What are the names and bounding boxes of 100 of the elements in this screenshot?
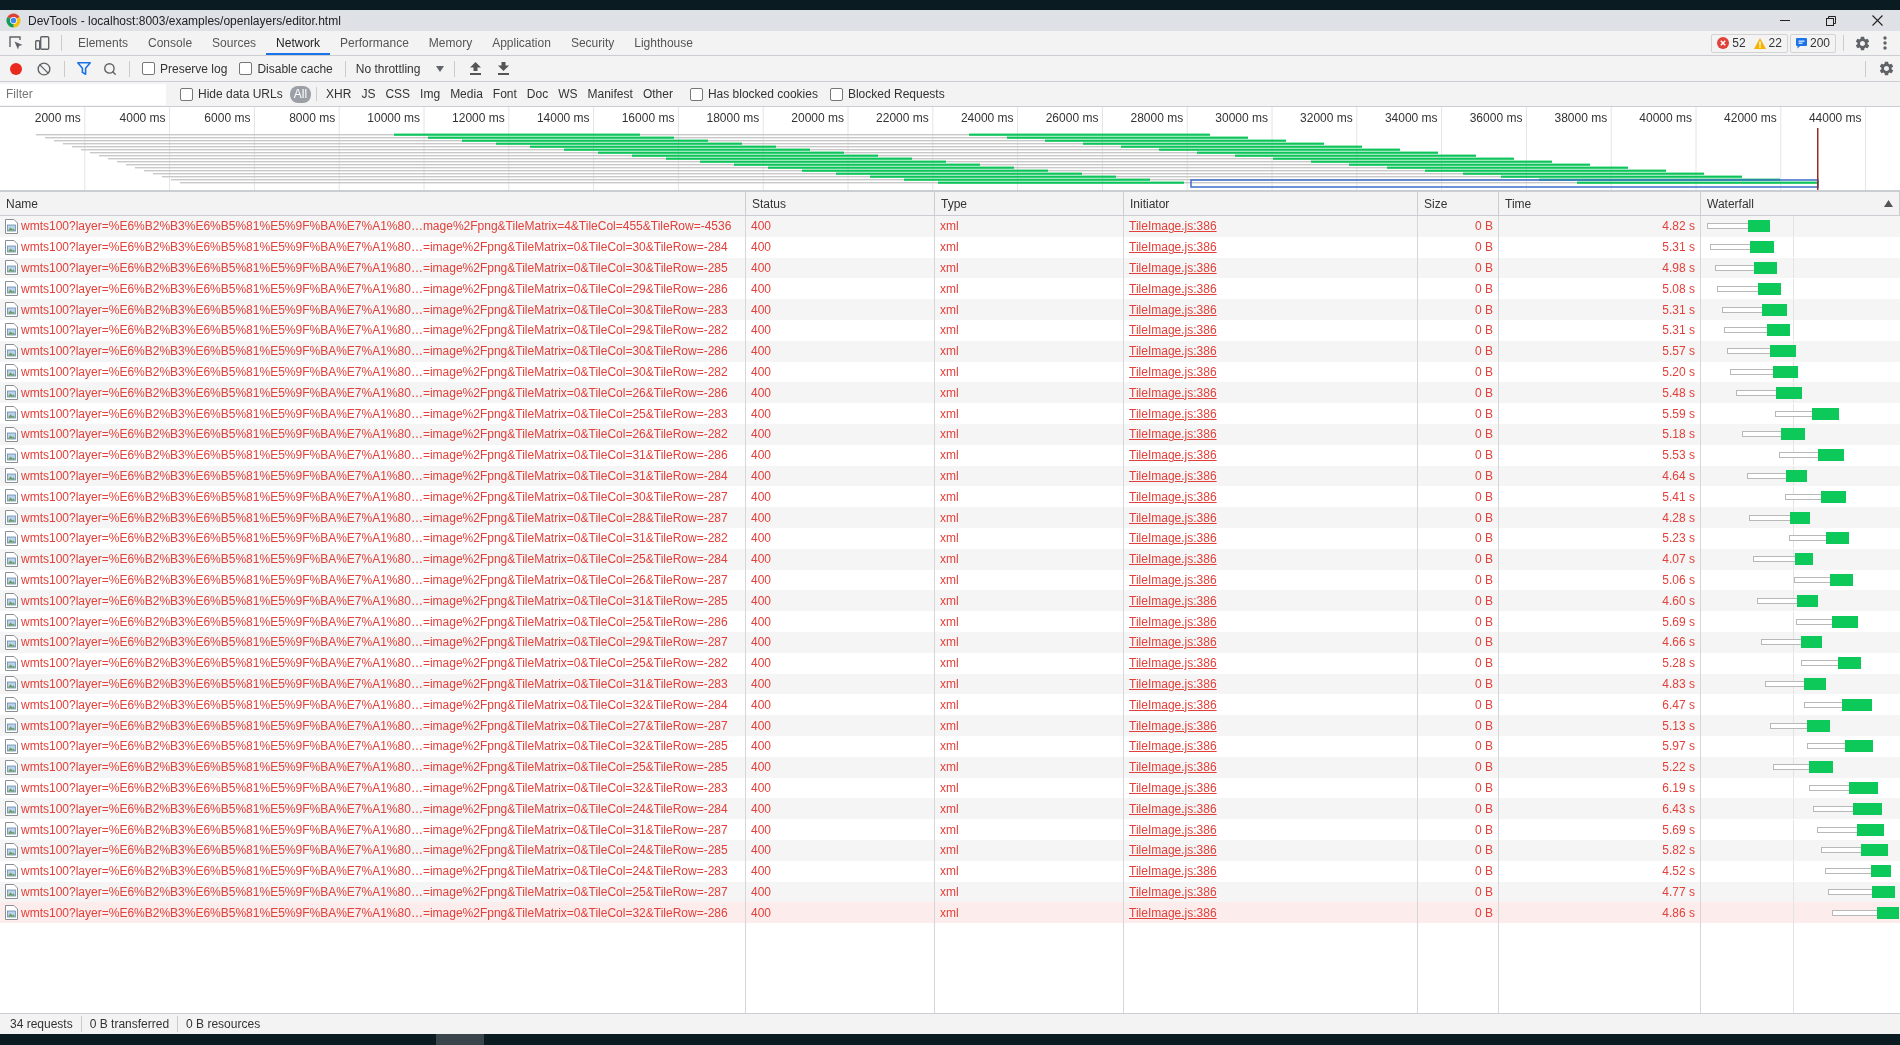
initiator-link[interactable]: TileImage.js:386 [1129, 905, 1217, 920]
request-row[interactable]: wmts100?layer=%E6%B2%B3%E6%B5%81%E5%9F%BA%E7%A1%80…=image%2Fpng&TileMatrix=0&TileCol=32&TileRow=-286 400 xml TileImage.js:386 0 B 4.86 s [0, 902, 1900, 924]
initiator-link[interactable]: TileImage.js:386 [1129, 884, 1217, 899]
request-row[interactable]: wmts100?layer=%E6%B2%B3%E6%B5%81%E5%9F%BA%E7%A1%80…=image%2Fpng&TileMatrix=0&TileCol=30&TileRow=-286 400 xml TileImage.js:386 0 B 5.57 s [0, 340, 1900, 362]
request-type-filter[interactable]: Manifest [583, 85, 637, 103]
request-type-filter[interactable]: WS [554, 85, 582, 103]
column-header[interactable]: Initiator [1124, 192, 1418, 215]
errors-warnings-counter[interactable]: 52 22 [1711, 33, 1788, 53]
panel-tab[interactable]: Security [560, 31, 625, 55]
request-row[interactable]: wmts100?layer=%E6%B2%B3%E6%B5%81%E5%9F%BA%E7%A1%80…=image%2Fpng&TileMatrix=0&TileCol=24&TileRow=-285 400 xml TileImage.js:386 0 B 5.82 s [0, 839, 1900, 861]
image-file-icon [5, 302, 18, 318]
panel-tab[interactable]: Performance [330, 31, 419, 55]
initiator-link[interactable]: TileImage.js:386 [1129, 552, 1217, 567]
column-header[interactable]: Time [1499, 192, 1701, 215]
initiator-link[interactable]: TileImage.js:386 [1129, 240, 1217, 255]
request-row[interactable]: wmts100?layer=%E6%B2%B3%E6%B5%81%E5%9F%BA%E7%A1%80…mage%2Fpng&TileMatrix=4&TileCol=455&TileRow=-4536 400 xml TileImage.js:386 0 B 4.82 s [0, 216, 1900, 237]
initiator-link[interactable]: TileImage.js:386 [1129, 864, 1217, 879]
initiator-link[interactable]: TileImage.js:386 [1129, 385, 1217, 400]
selection-frame[interactable] [1190, 179, 1819, 188]
waiting-bar [1707, 223, 1749, 230]
initiator-link[interactable]: TileImage.js:386 [1129, 593, 1217, 608]
checkbox[interactable] [829, 87, 843, 101]
request-type-filter[interactable]: JS [357, 85, 380, 103]
request-row[interactable]: wmts100?layer=%E6%B2%B3%E6%B5%81%E5%9F%BA%E7%A1%80…=image%2Fpng&TileMatrix=0&TileCol=30&TileRow=-285 400 xml TileImage.js:386 0 B 4.98 s [0, 257, 1900, 279]
initiator-link[interactable]: TileImage.js:386 [1129, 635, 1217, 650]
request-name: wmts100?layer=%E6%B2%B3%E6%B5%81%E5%9F%BA%E7%A1%80…=image%2Fpng&TileMatrix=0&TileCol=29&TileRow=-287 [21, 635, 728, 650]
initiator-link[interactable]: TileImage.js:386 [1129, 468, 1217, 483]
throttling-dropdown[interactable]: No throttling [351, 58, 449, 79]
size-value: 0 B [1475, 884, 1493, 899]
request-row[interactable]: wmts100?layer=%E6%B2%B3%E6%B5%81%E5%9F%BA%E7%A1%80…=image%2Fpng&TileMatrix=0&TileCol=27&TileRow=-287 400 xml TileImage.js:386 0 B 5.13 s [0, 715, 1900, 736]
request-row[interactable]: wmts100?layer=%E6%B2%B3%E6%B5%81%E5%9F%BA%E7%A1%80…=image%2Fpng&TileMatrix=0&TileCol=28&TileRow=-287 400 xml TileImage.js:386 0 B 4.28 s [0, 507, 1900, 528]
column-header[interactable]: Size [1418, 192, 1499, 215]
request-row[interactable]: wmts100?layer=%E6%B2%B3%E6%B5%81%E5%9F%BA%E7%A1%80…=image%2Fpng&TileMatrix=0&TileCol=30&TileRow=-283 400 xml TileImage.js:386 0 B 5.31 s [0, 299, 1900, 320]
initiator-link[interactable]: TileImage.js:386 [1129, 406, 1217, 421]
initiator-link[interactable]: TileImage.js:386 [1129, 822, 1217, 837]
messages-counter[interactable]: 200 [1789, 33, 1836, 53]
request-type-filter[interactable]: Img [416, 85, 445, 103]
column-header[interactable]: Name [0, 192, 746, 215]
time-value: 5.22 s [1662, 760, 1695, 775]
initiator-link[interactable]: TileImage.js:386 [1129, 614, 1217, 629]
column-header[interactable]: Status [746, 192, 935, 215]
download-bar [1773, 365, 1798, 378]
request-row[interactable]: wmts100?layer=%E6%B2%B3%E6%B5%81%E5%9F%BA%E7%A1%80…=image%2Fpng&TileMatrix=0&TileCol=26&TileRow=-282 400 xml TileImage.js:386 0 B 5.18 s [0, 423, 1900, 445]
initiator-link[interactable]: TileImage.js:386 [1129, 489, 1217, 504]
initiator-link[interactable]: TileImage.js:386 [1129, 302, 1217, 317]
initiator-link[interactable]: TileImage.js:386 [1129, 718, 1217, 733]
panel-tab[interactable]: Elements [68, 31, 139, 55]
image-file-icon [5, 551, 18, 567]
waiting-bar [1825, 868, 1872, 875]
request-type-filter[interactable]: CSS [381, 85, 415, 103]
request-row[interactable]: wmts100?layer=%E6%B2%B3%E6%B5%81%E5%9F%BA%E7%A1%80…=image%2Fpng&TileMatrix=0&TileCol=31&TileRow=-285 400 xml TileImage.js:386 0 B 4.60 s [0, 590, 1900, 612]
checkbox[interactable] [142, 62, 155, 75]
initiator-link[interactable]: TileImage.js:386 [1129, 531, 1217, 546]
request-type-filter[interactable]: Media [446, 85, 487, 103]
request-row[interactable]: wmts100?layer=%E6%B2%B3%E6%B5%81%E5%9F%BA%E7%A1%80…=image%2Fpng&TileMatrix=0&TileCol=31&TileRow=-283 400 xml TileImage.js:386 0 B 4.83 s [0, 673, 1900, 695]
initiator-link[interactable]: TileImage.js:386 [1129, 219, 1217, 234]
request-row[interactable]: wmts100?layer=%E6%B2%B3%E6%B5%81%E5%9F%BA%E7%A1%80…=image%2Fpng&TileMatrix=0&TileCol=31&TileRow=-284 400 xml TileImage.js:386 0 B 4.64 s [0, 465, 1900, 487]
checkbox[interactable] [180, 87, 193, 101]
initiator-link[interactable]: TileImage.js:386 [1129, 843, 1217, 858]
status-code: 400 [751, 822, 772, 837]
filter-input[interactable]: Filter [0, 83, 166, 105]
initiator-link[interactable]: TileImage.js:386 [1129, 448, 1217, 463]
column-header[interactable]: Type [935, 192, 1124, 215]
initiator-link[interactable]: TileImage.js:386 [1129, 676, 1217, 691]
request-type-filter[interactable]: Font [488, 85, 521, 103]
initiator-link[interactable]: TileImage.js:386 [1129, 344, 1217, 359]
column-header[interactable]: Waterfall [1701, 192, 1900, 215]
request-type-filter[interactable]: Doc [522, 85, 553, 103]
initiator-link[interactable]: TileImage.js:386 [1129, 364, 1217, 379]
request-type-filter[interactable]: Other [638, 85, 677, 103]
request-row[interactable]: wmts100?layer=%E6%B2%B3%E6%B5%81%E5%9F%BA%E7%A1%80…=image%2Fpng&TileMatrix=0&TileCol=24&TileRow=-284 400 xml TileImage.js:386 0 B 6.43 s [0, 798, 1900, 820]
panel-tab[interactable]: Memory [418, 31, 483, 55]
panel-tab[interactable]: Sources [202, 31, 267, 55]
initiator-link[interactable]: TileImage.js:386 [1129, 656, 1217, 671]
checkbox[interactable] [239, 62, 253, 75]
request-type-filter[interactable]: All [289, 85, 312, 103]
panel-tab[interactable]: Lighthouse [624, 31, 703, 55]
request-type-filter[interactable]: XHR [322, 85, 356, 103]
request-row[interactable]: wmts100?layer=%E6%B2%B3%E6%B5%81%E5%9F%BA%E7%A1%80…=image%2Fpng&TileMatrix=0&TileCol=25&TileRow=-287 400 xml TileImage.js:386 0 B 4.77 s [0, 881, 1900, 903]
request-row[interactable]: wmts100?layer=%E6%B2%B3%E6%B5%81%E5%9F%BA%E7%A1%80…=image%2Fpng&TileMatrix=0&TileCol=25&TileRow=-285 400 xml TileImage.js:386 0 B 5.22 s [0, 756, 1900, 778]
panel-tab[interactable]: Console [138, 31, 203, 55]
checkbox[interactable] [689, 87, 703, 101]
initiator-link[interactable]: TileImage.js:386 [1129, 801, 1217, 816]
request-row[interactable]: wmts100?layer=%E6%B2%B3%E6%B5%81%E5%9F%BA%E7%A1%80…=image%2Fpng&TileMatrix=0&TileCol=26&TileRow=-286 400 xml TileImage.js:386 0 B 5.48 s [0, 382, 1900, 404]
initiator-link[interactable]: TileImage.js:386 [1129, 572, 1217, 587]
cursor-square-icon [8, 35, 24, 51]
initiator-link[interactable]: TileImage.js:386 [1129, 780, 1217, 795]
initiator-link[interactable]: TileImage.js:386 [1129, 261, 1217, 275]
size-value: 0 B [1475, 323, 1493, 338]
request-row[interactable]: wmts100?layer=%E6%B2%B3%E6%B5%81%E5%9F%BA%E7%A1%80…=image%2Fpng&TileMatrix=0&TileCol=29&TileRow=-287 400 xml TileImage.js:386 0 B 4.66 s [0, 631, 1900, 653]
initiator-link[interactable]: TileImage.js:386 [1129, 427, 1217, 442]
initiator-link[interactable]: TileImage.js:386 [1129, 281, 1217, 296]
initiator-link[interactable]: TileImage.js:386 [1129, 510, 1217, 525]
initiator-link[interactable]: TileImage.js:386 [1129, 697, 1217, 712]
initiator-link[interactable]: TileImage.js:386 [1129, 760, 1217, 775]
size-value: 0 B [1475, 801, 1493, 816]
panel-tab[interactable]: Application [482, 31, 561, 55]
request-row[interactable]: wmts100?layer=%E6%B2%B3%E6%B5%81%E5%9F%BA%E7%A1%80…=image%2Fpng&TileMatrix=0&TileCol=25&TileRow=-284 400 xml TileImage.js:386 0 B 4.07 s [0, 548, 1900, 570]
initiator-link[interactable]: TileImage.js:386 [1129, 323, 1217, 338]
initiator-link[interactable]: TileImage.js:386 [1129, 739, 1217, 754]
